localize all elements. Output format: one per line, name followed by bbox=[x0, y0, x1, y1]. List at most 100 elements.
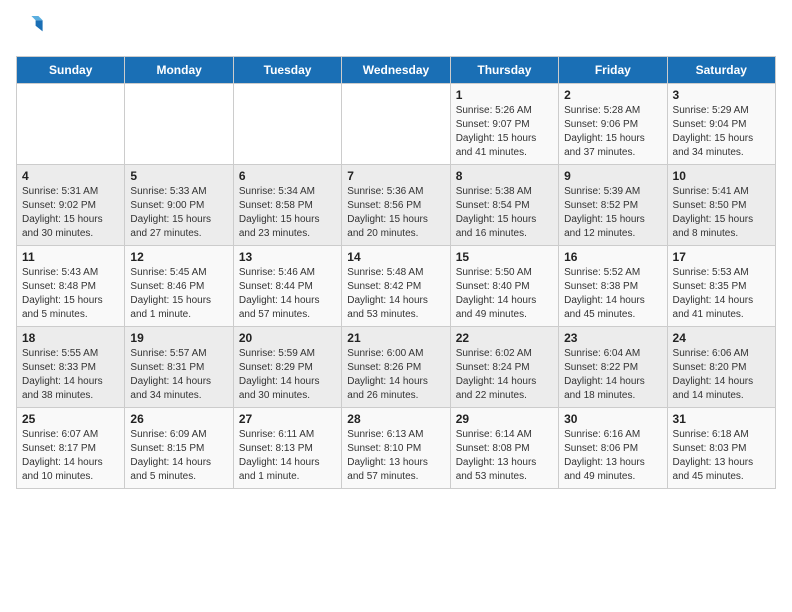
calendar-cell: 8 Sunrise: 5:38 AM Sunset: 8:54 PM Daylig… bbox=[450, 165, 558, 246]
calendar-cell: 29Sunrise: 6:14 AM Sunset: 8:08 PM Dayli… bbox=[450, 408, 558, 489]
day-info: Sunrise: 5:45 AM Sunset: 8:46 PM Dayligh… bbox=[130, 266, 227, 322]
day-info: Sunrise: 5:55 AM Sunset: 8:33 PM Dayligh… bbox=[22, 347, 119, 403]
day-number: 17 bbox=[673, 250, 770, 264]
day-header-monday: Monday bbox=[125, 57, 233, 84]
day-info: Sunrise: 5:38 AM Sunset: 8:54 PM Dayligh… bbox=[456, 185, 553, 241]
calendar-cell bbox=[233, 84, 341, 165]
calendar-cell: 4Sunrise: 5:31 AM Sunset: 9:02 PM Daylig… bbox=[17, 165, 125, 246]
day-info: Sunrise: 5:52 AM Sunset: 8:38 PM Dayligh… bbox=[564, 266, 661, 322]
calendar-week-5: 25 Sunrise: 6:07 AM Sunset: 8:17 PM Dayli… bbox=[17, 408, 776, 489]
calendar-cell: 27 Sunrise: 6:11 AM Sunset: 8:13 PM Dayli… bbox=[233, 408, 341, 489]
day-info: Sunrise: 6:04 AM Sunset: 8:22 PM Dayligh… bbox=[564, 347, 661, 403]
day-info: Sunrise: 5:34 AM Sunset: 8:58 PM Dayligh… bbox=[239, 185, 336, 241]
day-header-sunday: Sunday bbox=[17, 57, 125, 84]
day-header-saturday: Saturday bbox=[667, 57, 775, 84]
calendar-cell: 15 Sunrise: 5:50 AM Sunset: 8:40 PM Dayli… bbox=[450, 246, 558, 327]
day-info: Sunrise: 5:59 AM Sunset: 8:29 PM Dayligh… bbox=[239, 347, 336, 403]
day-number: 15 bbox=[456, 250, 553, 264]
day-number: 31 bbox=[673, 412, 770, 426]
day-number: 25 bbox=[22, 412, 119, 426]
calendar-cell: 11Sunrise: 5:43 AM Sunset: 8:48 PM Dayli… bbox=[17, 246, 125, 327]
calendar-cell: 7 Sunrise: 5:36 AM Sunset: 8:56 PM Daylig… bbox=[342, 165, 450, 246]
day-number: 27 bbox=[239, 412, 336, 426]
day-number: 28 bbox=[347, 412, 444, 426]
day-number: 14 bbox=[347, 250, 444, 264]
calendar-cell: 16 Sunrise: 5:52 AM Sunset: 8:38 PM Dayli… bbox=[559, 246, 667, 327]
day-number: 9 bbox=[564, 169, 661, 183]
day-number: 18 bbox=[22, 331, 119, 345]
calendar-cell bbox=[125, 84, 233, 165]
day-number: 1 bbox=[456, 88, 553, 102]
day-info: Sunrise: 5:39 AM Sunset: 8:52 PM Dayligh… bbox=[564, 185, 661, 241]
day-number: 8 bbox=[456, 169, 553, 183]
day-info: Sunrise: 5:57 AM Sunset: 8:31 PM Dayligh… bbox=[130, 347, 227, 403]
calendar-cell: 3 Sunrise: 5:29 AM Sunset: 9:04 PM Daylig… bbox=[667, 84, 775, 165]
day-info: Sunrise: 5:26 AM Sunset: 9:07 PM Dayligh… bbox=[456, 104, 553, 160]
day-info: Sunrise: 6:11 AM Sunset: 8:13 PM Dayligh… bbox=[239, 428, 336, 484]
calendar-table: SundayMondayTuesdayWednesdayThursdayFrid… bbox=[16, 56, 776, 489]
day-info: Sunrise: 5:29 AM Sunset: 9:04 PM Dayligh… bbox=[673, 104, 770, 160]
calendar-cell: 30 Sunrise: 6:16 AM Sunset: 8:06 PM Dayli… bbox=[559, 408, 667, 489]
day-number: 12 bbox=[130, 250, 227, 264]
day-info: Sunrise: 5:48 AM Sunset: 8:42 PM Dayligh… bbox=[347, 266, 444, 322]
day-number: 21 bbox=[347, 331, 444, 345]
calendar-cell: 13 Sunrise: 5:46 AM Sunset: 8:44 PM Dayli… bbox=[233, 246, 341, 327]
day-header-wednesday: Wednesday bbox=[342, 57, 450, 84]
day-info: Sunrise: 5:28 AM Sunset: 9:06 PM Dayligh… bbox=[564, 104, 661, 160]
day-number: 10 bbox=[673, 169, 770, 183]
day-header-thursday: Thursday bbox=[450, 57, 558, 84]
day-number: 11 bbox=[22, 250, 119, 264]
day-number: 3 bbox=[673, 88, 770, 102]
day-number: 30 bbox=[564, 412, 661, 426]
calendar-cell: 25 Sunrise: 6:07 AM Sunset: 8:17 PM Dayli… bbox=[17, 408, 125, 489]
day-number: 16 bbox=[564, 250, 661, 264]
day-info: Sunrise: 5:46 AM Sunset: 8:44 PM Dayligh… bbox=[239, 266, 336, 322]
day-header-tuesday: Tuesday bbox=[233, 57, 341, 84]
day-info: Sunrise: 6:13 AM Sunset: 8:10 PM Dayligh… bbox=[347, 428, 444, 484]
day-number: 2 bbox=[564, 88, 661, 102]
calendar-cell: 2 Sunrise: 5:28 AM Sunset: 9:06 PM Daylig… bbox=[559, 84, 667, 165]
calendar-cell: 24 Sunrise: 6:06 AM Sunset: 8:20 PM Dayli… bbox=[667, 327, 775, 408]
day-info: Sunrise: 6:06 AM Sunset: 8:20 PM Dayligh… bbox=[673, 347, 770, 403]
day-info: Sunrise: 6:16 AM Sunset: 8:06 PM Dayligh… bbox=[564, 428, 661, 484]
calendar-cell: 1 Sunrise: 5:26 AM Sunset: 9:07 PM Daylig… bbox=[450, 84, 558, 165]
day-info: Sunrise: 5:50 AM Sunset: 8:40 PM Dayligh… bbox=[456, 266, 553, 322]
calendar-week-3: 11Sunrise: 5:43 AM Sunset: 8:48 PM Dayli… bbox=[17, 246, 776, 327]
calendar-cell: 26 Sunrise: 6:09 AM Sunset: 8:15 PM Dayli… bbox=[125, 408, 233, 489]
day-number: 26 bbox=[130, 412, 227, 426]
day-number: 4 bbox=[22, 169, 119, 183]
day-number: 7 bbox=[347, 169, 444, 183]
day-info: Sunrise: 5:41 AM Sunset: 8:50 PM Dayligh… bbox=[673, 185, 770, 241]
calendar-cell: 28 Sunrise: 6:13 AM Sunset: 8:10 PM Dayli… bbox=[342, 408, 450, 489]
day-info: Sunrise: 6:07 AM Sunset: 8:17 PM Dayligh… bbox=[22, 428, 119, 484]
day-number: 29 bbox=[456, 412, 553, 426]
day-number: 22 bbox=[456, 331, 553, 345]
calendar-cell: 17 Sunrise: 5:53 AM Sunset: 8:35 PM Dayli… bbox=[667, 246, 775, 327]
calendar-cell: 9 Sunrise: 5:39 AM Sunset: 8:52 PM Daylig… bbox=[559, 165, 667, 246]
day-info: Sunrise: 6:02 AM Sunset: 8:24 PM Dayligh… bbox=[456, 347, 553, 403]
calendar-cell: 12 Sunrise: 5:45 AM Sunset: 8:46 PM Dayli… bbox=[125, 246, 233, 327]
day-number: 24 bbox=[673, 331, 770, 345]
calendar-cell: 10 Sunrise: 5:41 AM Sunset: 8:50 PM Dayli… bbox=[667, 165, 775, 246]
day-number: 6 bbox=[239, 169, 336, 183]
day-info: Sunrise: 6:18 AM Sunset: 8:03 PM Dayligh… bbox=[673, 428, 770, 484]
calendar-cell: 21Sunrise: 6:00 AM Sunset: 8:26 PM Dayli… bbox=[342, 327, 450, 408]
day-info: Sunrise: 6:09 AM Sunset: 8:15 PM Dayligh… bbox=[130, 428, 227, 484]
day-number: 19 bbox=[130, 331, 227, 345]
day-info: Sunrise: 5:33 AM Sunset: 9:00 PM Dayligh… bbox=[130, 185, 227, 241]
calendar-week-4: 18 Sunrise: 5:55 AM Sunset: 8:33 PM Dayli… bbox=[17, 327, 776, 408]
calendar-cell: 31 Sunrise: 6:18 AM Sunset: 8:03 PM Dayli… bbox=[667, 408, 775, 489]
day-header-friday: Friday bbox=[559, 57, 667, 84]
calendar-cell: 6 Sunrise: 5:34 AM Sunset: 8:58 PM Daylig… bbox=[233, 165, 341, 246]
calendar-cell: 18 Sunrise: 5:55 AM Sunset: 8:33 PM Dayli… bbox=[17, 327, 125, 408]
calendar-cell: 19 Sunrise: 5:57 AM Sunset: 8:31 PM Dayli… bbox=[125, 327, 233, 408]
calendar-cell: 20 Sunrise: 5:59 AM Sunset: 8:29 PM Dayli… bbox=[233, 327, 341, 408]
calendar-cell: 14 Sunrise: 5:48 AM Sunset: 8:42 PM Dayli… bbox=[342, 246, 450, 327]
calendar-cell: 5Sunrise: 5:33 AM Sunset: 9:00 PM Daylig… bbox=[125, 165, 233, 246]
day-number: 13 bbox=[239, 250, 336, 264]
calendar-cell bbox=[342, 84, 450, 165]
day-info: Sunrise: 5:53 AM Sunset: 8:35 PM Dayligh… bbox=[673, 266, 770, 322]
page-header bbox=[16, 16, 776, 44]
day-info: Sunrise: 5:36 AM Sunset: 8:56 PM Dayligh… bbox=[347, 185, 444, 241]
day-number: 20 bbox=[239, 331, 336, 345]
